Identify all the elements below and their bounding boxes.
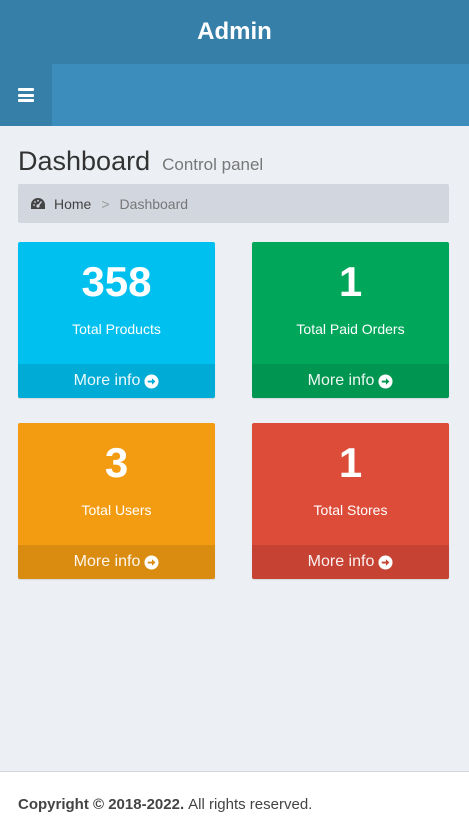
logo-text: Admin [197,18,272,45]
dashboard-gauge-icon [31,197,45,209]
more-info-link[interactable]: More info [18,545,215,579]
page-subtitle: Control panel [162,155,264,174]
main-footer: Copyright © 2018-2022. All rights reserv… [0,771,469,836]
stat-label: Total Stores [313,502,388,518]
stat-label: Total Products [72,321,161,337]
content-header: Dashboard Control panel [18,146,263,177]
stat-box-total-users: 3 Total Users More info [18,423,215,579]
stat-value: 1 [338,258,363,305]
breadcrumb-separator: > [101,195,110,212]
stat-box-total-products: 358 Total Products More info [18,242,215,398]
arrow-circle-right-icon [144,554,159,570]
arrow-circle-right-icon [378,554,393,570]
more-info-label: More info [73,553,141,570]
stat-box-total-paid-orders: 1 Total Paid Orders More info [252,242,449,398]
more-info-label: More info [307,372,375,389]
more-info-link[interactable]: More info [252,545,449,579]
stat-label: Total Paid Orders [296,321,405,337]
hamburger-menu-icon [18,88,34,102]
breadcrumb: Home > Dashboard [18,184,449,223]
stat-box-total-stores: 1 Total Stores More info [252,423,449,579]
page-title: Dashboard [18,146,151,176]
app-logo[interactable]: Admin [0,0,469,64]
stat-value: 1 [338,439,363,486]
breadcrumb-current: Dashboard [119,195,189,212]
arrow-circle-right-icon [378,373,393,389]
top-navbar [0,64,469,126]
stat-label: Total Users [81,502,152,518]
more-info-label: More info [73,372,141,389]
more-info-link[interactable]: More info [18,364,215,398]
stat-value: 358 [81,258,152,305]
breadcrumb-home-link[interactable]: Home [54,196,91,212]
copyright-text: Copyright © 2018-2022. [18,795,185,813]
more-info-label: More info [307,553,375,570]
more-info-link[interactable]: More info [252,364,449,398]
stat-value: 3 [104,439,129,486]
arrow-circle-right-icon [144,373,159,389]
sidebar-toggle-button[interactable] [0,64,52,126]
rights-text: All rights reserved. [188,795,313,813]
